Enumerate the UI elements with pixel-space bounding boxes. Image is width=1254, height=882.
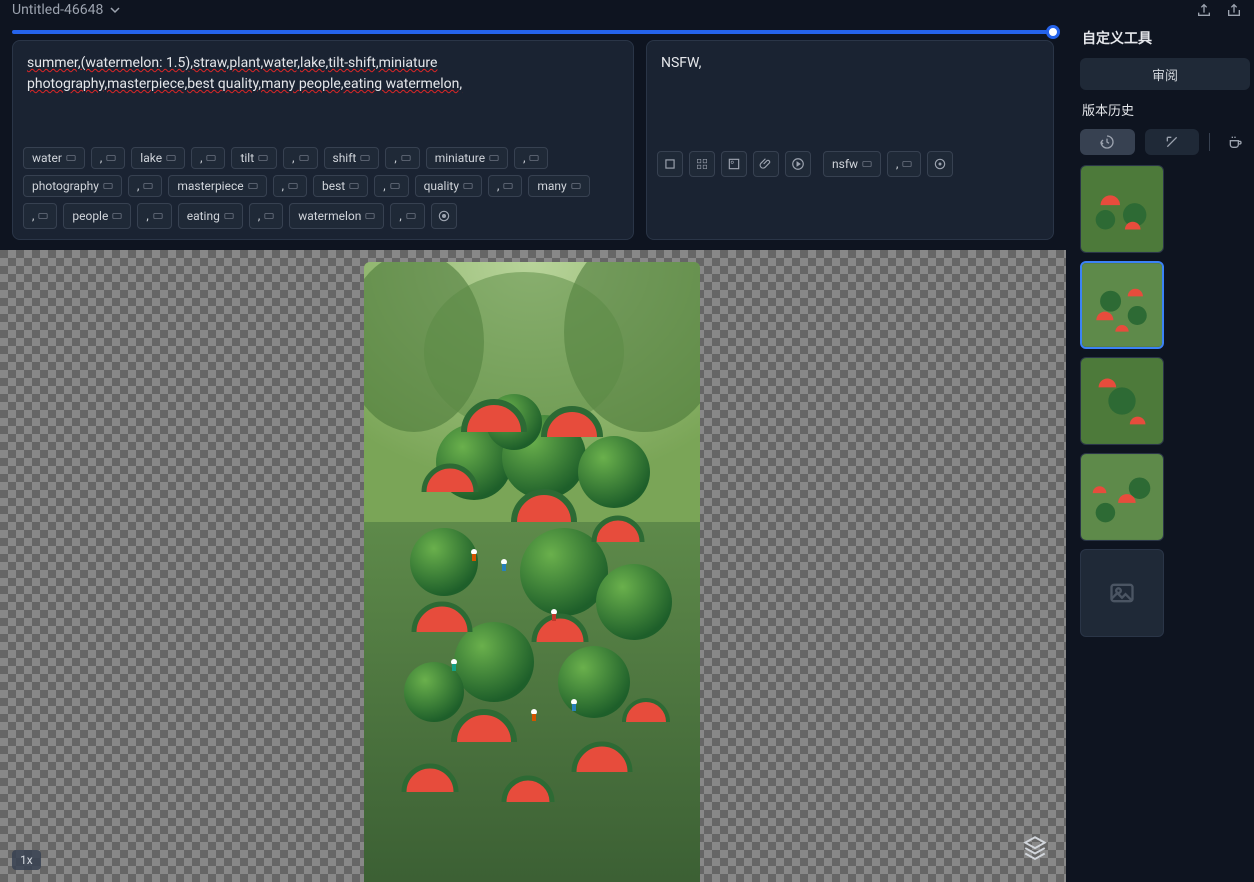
tag-separator[interactable]: ,: [128, 175, 162, 197]
custom-tools-title: 自定义工具: [1076, 28, 1254, 48]
tag-separator[interactable]: ,: [249, 203, 283, 229]
history-title: 版本历史: [1076, 100, 1254, 119]
tag-separator[interactable]: ,: [137, 203, 171, 229]
export-icon[interactable]: [1196, 2, 1212, 18]
tag-separator[interactable]: ,: [390, 203, 424, 229]
prompt-tag[interactable]: nsfw: [823, 151, 881, 177]
tool-target-icon[interactable]: [927, 151, 953, 177]
prompt-tag[interactable]: watermelon: [289, 203, 384, 229]
prompt-tag[interactable]: water: [23, 147, 85, 169]
negative-toolbar: nsfw ,: [647, 141, 1053, 187]
tag-separator[interactable]: ,: [374, 175, 408, 197]
history-tab-coffee[interactable]: [1220, 129, 1250, 155]
positive-prompt-text: summer,(watermelon: 1.5),straw,plant,wat…: [27, 55, 462, 92]
prompt-tag[interactable]: many: [528, 175, 589, 197]
generated-image[interactable]: [364, 262, 700, 882]
negative-prompt-box: NSFW, nsfw ,: [646, 40, 1054, 240]
positive-prompt-box: summer,(watermelon: 1.5),straw,plant,wat…: [12, 40, 634, 240]
tool-play-icon[interactable]: [785, 151, 811, 177]
history-thumb-4[interactable]: [1080, 453, 1164, 541]
layers-button[interactable]: [1022, 834, 1048, 864]
negative-prompt-input[interactable]: NSFW,: [647, 41, 1053, 141]
review-button[interactable]: 审阅: [1080, 58, 1250, 90]
prompt-tag[interactable]: eating: [178, 203, 243, 229]
prompt-tag[interactable]: best: [313, 175, 368, 197]
tool-grid-icon[interactable]: [689, 151, 715, 177]
prompt-tag[interactable]: miniature: [426, 147, 508, 169]
positive-prompt-input[interactable]: summer,(watermelon: 1.5),straw,plant,wat…: [13, 41, 633, 141]
history-thumb-3[interactable]: [1080, 357, 1164, 445]
tag-separator[interactable]: ,: [385, 147, 419, 169]
tag-separator[interactable]: ,: [488, 175, 522, 197]
tag-separator[interactable]: ,: [514, 147, 548, 169]
tool-image-icon[interactable]: [721, 151, 747, 177]
prompt-tag[interactable]: quality: [415, 175, 482, 197]
tag-separator[interactable]: ,: [283, 147, 317, 169]
tag-separator[interactable]: ,: [887, 151, 921, 177]
history-thumb-empty[interactable]: [1080, 549, 1164, 637]
positive-tag-area: water , lake , tilt , shift , miniature …: [13, 141, 633, 239]
canvas[interactable]: 1x: [0, 250, 1066, 882]
document-title[interactable]: Untitled-46648: [12, 2, 121, 18]
history-thumb-1[interactable]: [1080, 165, 1164, 253]
tag-separator[interactable]: ,: [91, 147, 125, 169]
tag-separator[interactable]: ,: [273, 175, 307, 197]
zoom-indicator[interactable]: 1x: [12, 850, 41, 870]
tool-crop-icon[interactable]: [657, 151, 683, 177]
prompt-tag[interactable]: people: [63, 203, 131, 229]
tag-separator[interactable]: ,: [23, 203, 57, 229]
history-tab-recent[interactable]: [1080, 129, 1135, 155]
negative-prompt-text: NSFW,: [661, 55, 701, 71]
prompt-tag[interactable]: masterpiece: [168, 175, 266, 197]
history-tab-branch[interactable]: [1145, 129, 1200, 155]
history-thumb-2[interactable]: [1080, 261, 1164, 349]
title-text: Untitled-46648: [12, 2, 103, 18]
slider-handle[interactable]: [1046, 25, 1060, 39]
prompt-tag[interactable]: tilt: [231, 147, 277, 169]
divider: [1209, 133, 1210, 151]
prompt-tag[interactable]: lake: [131, 147, 185, 169]
tool-attach-icon[interactable]: [753, 151, 779, 177]
tag-separator[interactable]: ,: [191, 147, 225, 169]
share-icon[interactable]: [1226, 2, 1242, 18]
tag-settings-icon[interactable]: [431, 203, 457, 229]
prompt-tag[interactable]: shift: [324, 147, 380, 169]
prompt-tag[interactable]: photography: [23, 175, 122, 197]
chevron-down-icon: [109, 4, 121, 16]
progress-slider[interactable]: [0, 20, 1066, 40]
